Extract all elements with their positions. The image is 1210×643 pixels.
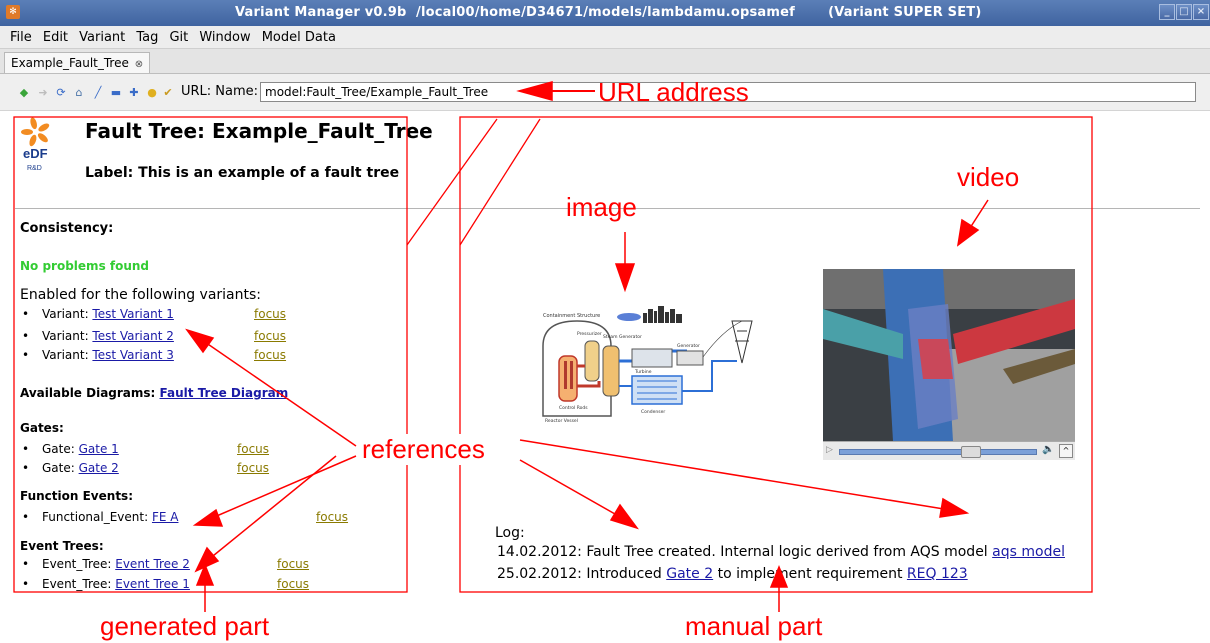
generated-box-callout-line	[406, 118, 498, 246]
annotation-url-address: URL address	[598, 77, 749, 107]
references-arrow-log	[519, 459, 623, 519]
video-arrow	[969, 199, 989, 229]
references-arrow-variant	[201, 339, 357, 447]
video-arrowhead	[956, 218, 980, 247]
annotation-references: references	[360, 434, 487, 465]
annotation-manual-part: manual part	[685, 611, 823, 641]
url-arrowhead	[516, 81, 553, 101]
image-arrowhead	[614, 263, 636, 293]
references-arrow-et	[207, 455, 337, 561]
manual-box-callout-line	[459, 118, 541, 246]
references-arrow-right	[519, 439, 951, 511]
references-arrow-fe	[211, 455, 357, 519]
references-arrowhead-et	[194, 546, 220, 573]
annotation-image: image	[566, 192, 637, 222]
annotation-video: video	[957, 162, 1020, 192]
references-arrowhead-fe	[192, 508, 224, 527]
manual-part-arrowhead	[769, 564, 789, 588]
references-arrowhead-right	[939, 497, 970, 518]
annotation-generated-part: generated part	[100, 611, 270, 641]
references-arrowhead-variant	[185, 328, 215, 354]
references-arrowhead-log	[609, 503, 639, 530]
